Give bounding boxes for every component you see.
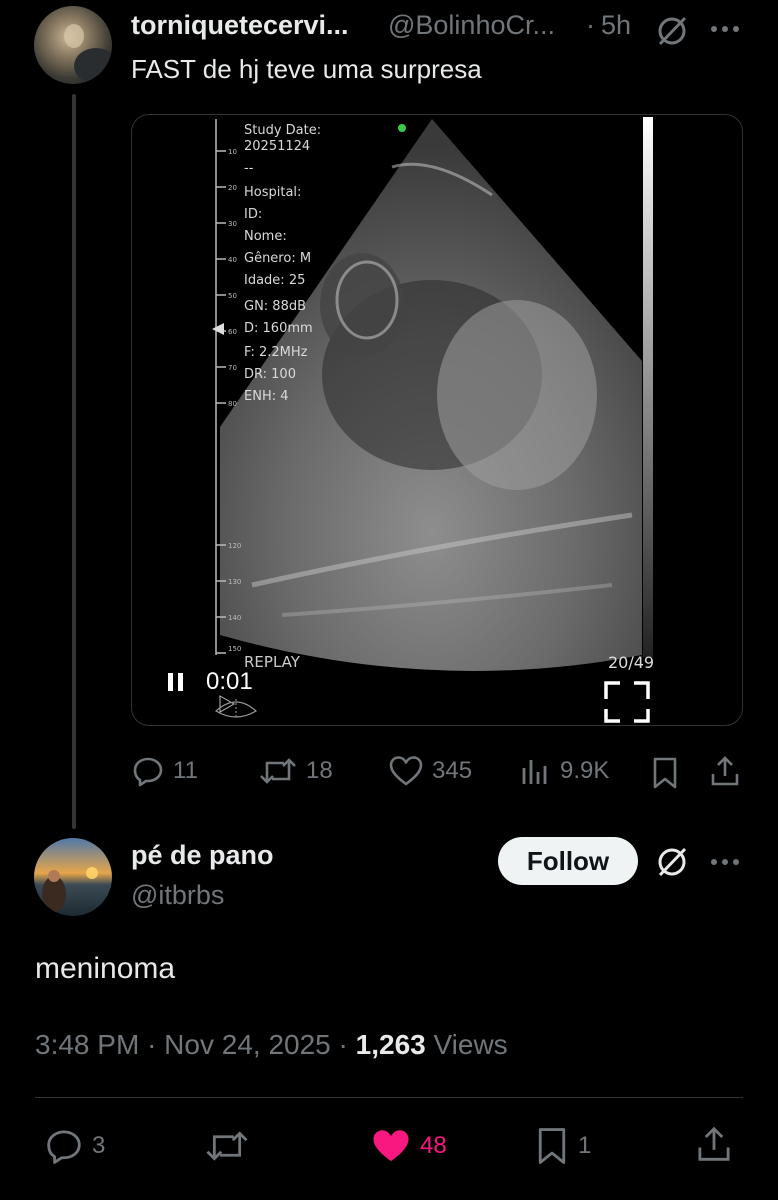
share-icon[interactable] xyxy=(708,754,742,793)
scale-tick-label: 70 xyxy=(228,364,237,372)
overlay-line: GN: 88dB xyxy=(244,299,307,314)
fullscreen-icon[interactable] xyxy=(600,677,654,725)
original-author-avatar[interactable] xyxy=(34,6,112,84)
bookmark-icon xyxy=(538,1128,566,1164)
reply-action[interactable]: 3 xyxy=(44,1126,105,1166)
original-post-time[interactable]: 5h xyxy=(601,10,631,41)
scale-tick-label: 150 xyxy=(228,645,242,653)
like-count: 48 xyxy=(420,1132,447,1159)
scale-tick-label: 40 xyxy=(228,256,237,264)
reply-author-name[interactable]: pé de pano xyxy=(131,840,274,871)
overlay-line: Hospital: xyxy=(244,185,302,200)
header-separator: · xyxy=(586,10,595,40)
post-views-count: 1,263 xyxy=(355,1029,426,1060)
repost-count: 18 xyxy=(306,757,333,784)
bookmark-action[interactable]: 1 xyxy=(534,1126,591,1166)
scale-tick-label: 10 xyxy=(228,148,237,156)
overlay-line: Nome: xyxy=(244,229,287,244)
original-author-name[interactable]: torniquetecervi... xyxy=(131,10,349,41)
original-author-handle[interactable]: @BolinhoCr... xyxy=(388,10,555,41)
grok-icon[interactable] xyxy=(655,14,689,53)
divider xyxy=(35,1097,743,1098)
post-video[interactable]: Study Date: 20251124 -- Hospital: ID: No… xyxy=(131,114,743,726)
meta-separator: · xyxy=(147,1029,157,1060)
reply-action[interactable]: 11 xyxy=(131,754,198,788)
bookmark-count: 1 xyxy=(578,1132,592,1159)
share-icon[interactable] xyxy=(694,1124,734,1169)
scale-tick-label: 130 xyxy=(228,578,242,586)
post-time[interactable]: 3:48 PM xyxy=(35,1029,139,1060)
views-count: 9.9K xyxy=(560,757,610,784)
overlay-line: ENH: 4 xyxy=(244,389,289,404)
pause-icon[interactable] xyxy=(162,665,190,697)
scale-tick-label: 120 xyxy=(228,542,242,550)
post-views-label: Views xyxy=(433,1029,508,1060)
bookmark-icon[interactable] xyxy=(650,756,680,795)
overlay-line: ID: xyxy=(244,207,263,222)
overlay-line: Idade: 25 xyxy=(244,273,306,288)
reply-author-handle[interactable]: @itbrbs xyxy=(131,880,224,911)
scale-tick-label: 30 xyxy=(228,220,237,228)
overlay-line: -- xyxy=(244,161,254,176)
scale-tick-label: 140 xyxy=(228,614,242,622)
heart-filled-icon xyxy=(373,1130,409,1162)
scale-tick-label: 80 xyxy=(228,400,237,408)
reply-icon xyxy=(47,1130,81,1164)
thread-connector-line xyxy=(72,94,76,829)
overlay-line: Gênero: M xyxy=(244,251,312,266)
reply-author-avatar[interactable] xyxy=(34,838,112,916)
scale-tick-label: 50 xyxy=(228,292,237,300)
reply-count: 11 xyxy=(173,757,198,784)
overlay-line: D: 160mm xyxy=(244,321,313,336)
overlay-line: DR: 100 xyxy=(244,367,296,382)
original-post-text: FAST de hj teve uma surpresa xyxy=(131,54,482,84)
reply-count: 3 xyxy=(92,1132,106,1159)
post-date[interactable]: Nov 24, 2025 xyxy=(164,1029,331,1060)
frame-counter: 20/49 xyxy=(608,653,655,672)
scale-tick-label: 60 xyxy=(228,328,237,336)
follow-button[interactable]: Follow xyxy=(498,837,638,885)
like-action[interactable]: 345 xyxy=(388,754,472,788)
views-icon xyxy=(522,760,547,784)
views-action[interactable]: 9.9K xyxy=(520,754,609,788)
reply-post-text: meninoma xyxy=(35,952,176,985)
overlay-line: 20251124 xyxy=(244,139,311,154)
post-metadata: 3:48 PM · Nov 24, 2025 · 1,263 Views xyxy=(35,1029,508,1061)
scale-tick-label: 20 xyxy=(228,184,237,192)
meta-separator: · xyxy=(338,1029,348,1060)
overlay-line: F: 2.2MHz xyxy=(244,345,308,360)
like-action[interactable]: 48 xyxy=(370,1126,447,1166)
more-options-icon[interactable] xyxy=(709,14,741,49)
overlay-line: Study Date: xyxy=(244,123,322,138)
reply-icon xyxy=(133,757,163,787)
like-count: 345 xyxy=(432,757,473,784)
more-options-icon[interactable] xyxy=(709,847,741,882)
repost-icon xyxy=(260,758,296,784)
repost-action[interactable]: 18 xyxy=(258,754,333,788)
grok-icon[interactable] xyxy=(655,845,689,884)
heart-icon xyxy=(389,756,423,786)
repost-icon[interactable] xyxy=(204,1126,250,1171)
video-view-icon[interactable] xyxy=(214,691,260,721)
